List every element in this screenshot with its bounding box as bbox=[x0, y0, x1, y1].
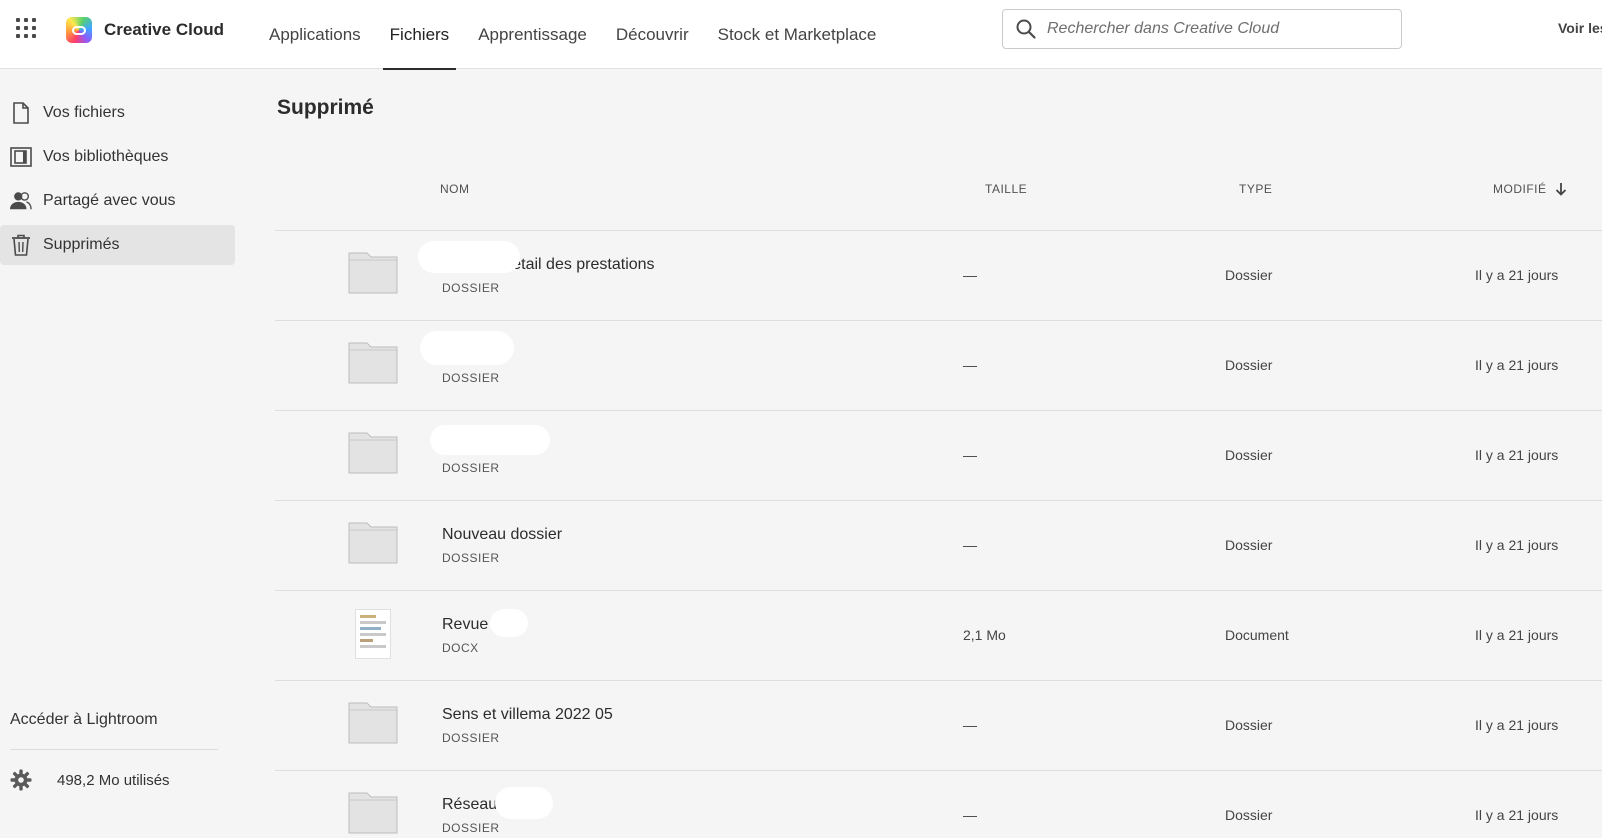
page-title: Supprimé bbox=[277, 96, 374, 119]
redaction-blot bbox=[420, 331, 514, 365]
document-thumbnail bbox=[355, 609, 391, 659]
file-modified: Il y a 21 jours bbox=[1475, 537, 1559, 553]
file-modified: Il y a 21 jours bbox=[1475, 267, 1559, 283]
sidebar-item-partage-avec-vous[interactable]: Partagé avec vous bbox=[0, 181, 235, 221]
file-type: Dossier bbox=[1225, 717, 1273, 733]
sidebar-divider bbox=[10, 749, 218, 750]
column-header-name[interactable]: NOM bbox=[440, 182, 470, 196]
folder-icon bbox=[348, 432, 398, 474]
sidebar-item-label: Supprimés bbox=[43, 236, 120, 253]
folder-icon bbox=[348, 702, 398, 744]
file-type: Dossier bbox=[1225, 807, 1273, 823]
file-kind: DOSSIER bbox=[442, 551, 500, 565]
table-row[interactable]: Revue . DOCX 2,1 Mo Document Il y a 21 j… bbox=[275, 591, 1602, 681]
top-bar: Creative Cloud Applications Fichiers App… bbox=[0, 0, 1602, 70]
folder-icon bbox=[348, 342, 398, 384]
file-type: Dossier bbox=[1225, 267, 1273, 283]
sidebar-item-label: Vos fichiers bbox=[43, 104, 125, 121]
nav-decouvrir[interactable]: Découvrir bbox=[609, 0, 696, 69]
table-row[interactable]: DOSSIER — Dossier Il y a 21 jours bbox=[275, 411, 1602, 501]
sidebar-item-vos-bibliotheques[interactable]: Vos bibliothèques bbox=[0, 137, 235, 177]
file-modified: Il y a 21 jours bbox=[1475, 447, 1559, 463]
file-kind: DOSSIER bbox=[442, 281, 500, 295]
file-list: n détail des prestations DOSSIER — Dossi… bbox=[275, 231, 1602, 838]
shared-users-icon bbox=[10, 190, 32, 212]
sidebar-item-vos-fichiers[interactable]: Vos fichiers bbox=[0, 93, 235, 133]
voir-link[interactable]: Voir les bbox=[1558, 20, 1602, 36]
folder-icon bbox=[348, 252, 398, 294]
table-header: NOM TAILLE TYPE MODIFIÉ bbox=[275, 175, 1602, 231]
file-size: — bbox=[963, 807, 977, 823]
folder-icon bbox=[348, 522, 398, 564]
nav-fichiers[interactable]: Fichiers bbox=[382, 0, 457, 70]
sidebar-item-label: Partagé avec vous bbox=[43, 192, 176, 209]
table-row[interactable]: Nouveau dossier DOSSIER — Dossier Il y a… bbox=[275, 501, 1602, 591]
file-type: Dossier bbox=[1225, 447, 1273, 463]
storage-usage-text: 498,2 Mo utilisés bbox=[57, 771, 170, 789]
redaction-blot bbox=[495, 787, 553, 819]
file-name: Revue . bbox=[442, 616, 498, 633]
table-row[interactable]: Sens et villema 2022 05 DOSSIER — Dossie… bbox=[275, 681, 1602, 771]
file-modified: Il y a 21 jours bbox=[1475, 717, 1559, 733]
file-size: 2,1 Mo bbox=[963, 627, 1006, 643]
file-icon bbox=[10, 102, 32, 124]
brand-name: Creative Cloud bbox=[104, 20, 224, 39]
column-header-modified[interactable]: MODIFIÉ bbox=[1493, 182, 1567, 196]
nav-stock-marketplace[interactable]: Stock et Marketplace bbox=[711, 0, 884, 69]
sidebar-item-supprimes[interactable]: Supprimés bbox=[0, 225, 235, 265]
file-kind: DOSSIER bbox=[442, 821, 500, 835]
redaction-blot bbox=[490, 609, 528, 637]
file-size: — bbox=[963, 267, 977, 283]
brand[interactable]: Creative Cloud bbox=[66, 17, 224, 43]
table-row[interactable]: Réseau. e DOSSIER — Dossier Il y a 21 jo… bbox=[275, 771, 1602, 838]
main-nav: Applications Fichiers Apprentissage Déco… bbox=[262, 0, 898, 70]
file-type: Dossier bbox=[1225, 357, 1273, 373]
gear-icon[interactable] bbox=[10, 769, 32, 791]
nav-apprentissage[interactable]: Apprentissage bbox=[471, 0, 594, 69]
sidebar-item-label: Vos bibliothèques bbox=[43, 148, 169, 165]
search-input[interactable] bbox=[1047, 20, 1387, 38]
file-type: Document bbox=[1225, 627, 1289, 643]
library-icon bbox=[10, 146, 32, 168]
file-modified: Il y a 21 jours bbox=[1475, 627, 1559, 643]
column-header-type[interactable]: TYPE bbox=[1239, 182, 1272, 196]
sidebar: Vos fichiers Vos bibliothèques Partagé a… bbox=[0, 69, 250, 838]
file-kind: DOCX bbox=[442, 641, 479, 655]
trash-icon bbox=[10, 234, 32, 256]
search-icon bbox=[1016, 19, 1036, 39]
file-kind: DOSSIER bbox=[442, 461, 500, 475]
file-size: — bbox=[963, 357, 977, 373]
storage-usage: 498,2 Mo utilisés bbox=[10, 769, 170, 791]
redaction-blot bbox=[430, 425, 550, 455]
lightroom-link[interactable]: Accéder à Lightroom bbox=[10, 711, 158, 729]
file-modified: Il y a 21 jours bbox=[1475, 357, 1559, 373]
sort-arrow-down-icon bbox=[1555, 183, 1566, 196]
file-size: — bbox=[963, 537, 977, 553]
file-size: — bbox=[963, 447, 977, 463]
search-box bbox=[1002, 9, 1402, 49]
table-row[interactable]: ssut DOSSIER — Dossier Il y a 21 jours bbox=[275, 321, 1602, 411]
file-modified: Il y a 21 jours bbox=[1475, 807, 1559, 823]
file-type: Dossier bbox=[1225, 537, 1273, 553]
file-name: Sens et villema 2022 05 bbox=[442, 706, 613, 723]
app-switcher-icon[interactable] bbox=[16, 18, 38, 40]
folder-icon bbox=[348, 792, 398, 834]
redaction-blot bbox=[418, 241, 520, 273]
file-name: Nouveau dossier bbox=[442, 526, 563, 543]
table-row[interactable]: n détail des prestations DOSSIER — Dossi… bbox=[275, 231, 1602, 321]
file-kind: DOSSIER bbox=[442, 731, 500, 745]
column-header-size[interactable]: TAILLE bbox=[985, 182, 1027, 196]
file-kind: DOSSIER bbox=[442, 371, 500, 385]
creative-cloud-logo-icon bbox=[66, 17, 92, 43]
file-size: — bbox=[963, 717, 977, 733]
nav-applications[interactable]: Applications bbox=[262, 0, 368, 69]
